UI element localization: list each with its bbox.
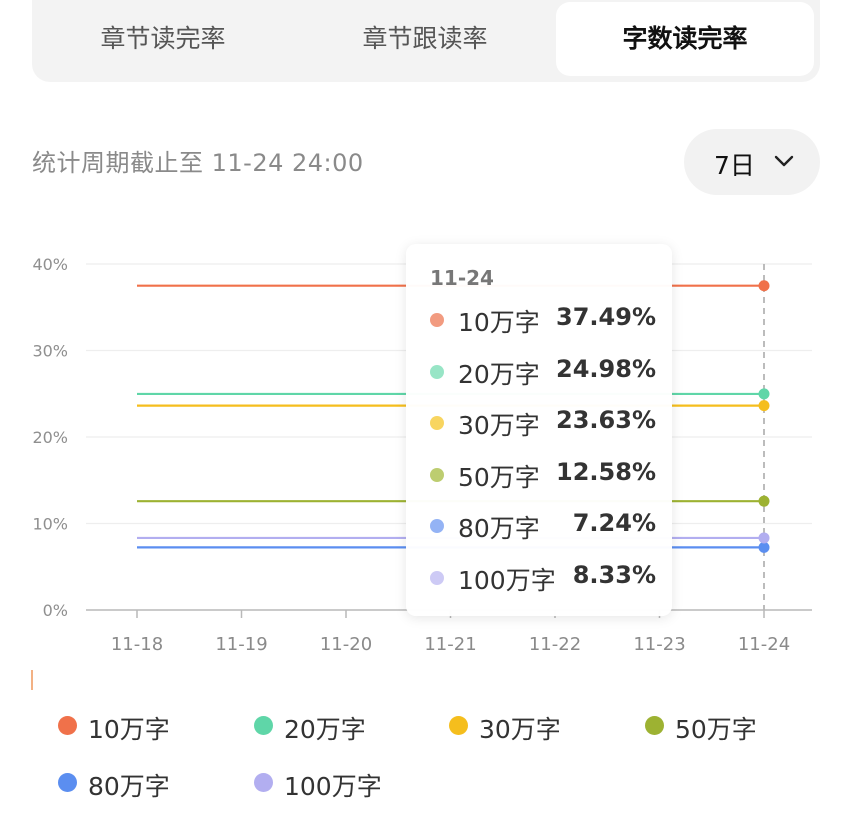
tooltip-dot-icon: [430, 416, 444, 430]
y-tick-label: 40%: [32, 255, 68, 274]
tooltip-value: 7.24%: [572, 509, 656, 537]
x-tick-label: 11-22: [529, 634, 581, 655]
tab-chapter-follow[interactable]: 章节跟读率: [294, 2, 556, 76]
tooltip-series-name: 20万字: [458, 359, 540, 389]
tooltip-row: 10万字 37.49%: [428, 301, 658, 341]
chevron-down-icon: [774, 155, 794, 167]
legend-label: 50万字: [675, 715, 757, 744]
legend-dot-icon: [58, 716, 77, 735]
tooltip-date: 11-24: [430, 266, 494, 290]
x-tick-label: 11-19: [215, 634, 267, 655]
series-point: [758, 541, 770, 553]
x-tick-label: 11-23: [633, 634, 685, 655]
series-point: [758, 388, 770, 400]
tooltip-row: 20万字 24.98%: [428, 353, 658, 393]
chart-tooltip: 11-24 10万字 37.49% 20万字 24.98% 30万字 23.63% 50万字…: [406, 244, 672, 616]
y-tick-label: 30%: [32, 342, 68, 361]
tooltip-series-name: 100万字: [458, 565, 556, 595]
x-tick-label: 11-24: [738, 634, 790, 655]
legend-label: 100万字: [284, 772, 382, 801]
tooltip-dot-icon: [430, 519, 444, 533]
tab-word-completion[interactable]: 字数读完率: [556, 2, 814, 76]
x-tick-label: 11-21: [424, 634, 476, 655]
x-tick-label: 11-20: [320, 634, 372, 655]
tooltip-value: 23.63%: [556, 406, 656, 434]
tooltip-row: 50万字 12.58%: [428, 456, 658, 496]
tooltip-row: 30万字 23.63%: [428, 404, 658, 444]
legend-label: 10万字: [88, 715, 170, 744]
period-value: 7日: [714, 151, 755, 180]
legend-dot-icon: [58, 773, 77, 792]
series-point: [758, 400, 770, 412]
tooltip-series-name: 10万字: [458, 308, 540, 337]
tooltip-dot-icon: [430, 467, 444, 482]
legend-dot-icon: [645, 716, 664, 735]
scroll-marker: [31, 670, 33, 690]
series-point: [758, 532, 770, 544]
tooltip-series-name: 30万字: [458, 411, 540, 440]
tooltip-dot-icon: [430, 313, 444, 327]
legend-dot-icon: [254, 773, 273, 792]
y-tick-label: 10%: [32, 515, 68, 534]
series-point: [758, 495, 770, 507]
tooltip-series-name: 80万字: [458, 514, 540, 543]
tooltip-dot-icon: [430, 364, 444, 379]
tooltip-value: 8.33%: [572, 560, 656, 589]
y-tick-label: 20%: [32, 428, 68, 447]
tab-chapter-completion[interactable]: 章节读完率: [32, 2, 294, 76]
legend-dot-icon: [449, 716, 468, 735]
tooltip-row: 100万字 8.33%: [428, 559, 658, 599]
legend-dot-icon: [254, 716, 273, 735]
tooltip-value: 12.58%: [556, 457, 656, 486]
period-label: 统计周期截止至 11-24 24:00: [32, 149, 364, 177]
tooltip-value: 24.98%: [556, 354, 656, 383]
tooltip-series-name: 50万字: [458, 462, 540, 492]
period-dropdown[interactable]: 7日: [684, 129, 820, 195]
series-point: [758, 280, 770, 292]
y-tick-label: 0%: [43, 601, 68, 620]
tooltip-row: 80万字 7.24%: [428, 507, 658, 547]
x-tick-label: 11-18: [111, 634, 163, 655]
tooltip-value: 37.49%: [556, 303, 656, 331]
tooltip-dot-icon: [430, 570, 444, 585]
legend-label: 20万字: [284, 715, 366, 744]
legend-label: 30万字: [479, 715, 561, 744]
legend-label: 80万字: [88, 772, 170, 801]
tab-bar: 章节读完率 章节跟读率 字数读完率: [32, 0, 820, 82]
